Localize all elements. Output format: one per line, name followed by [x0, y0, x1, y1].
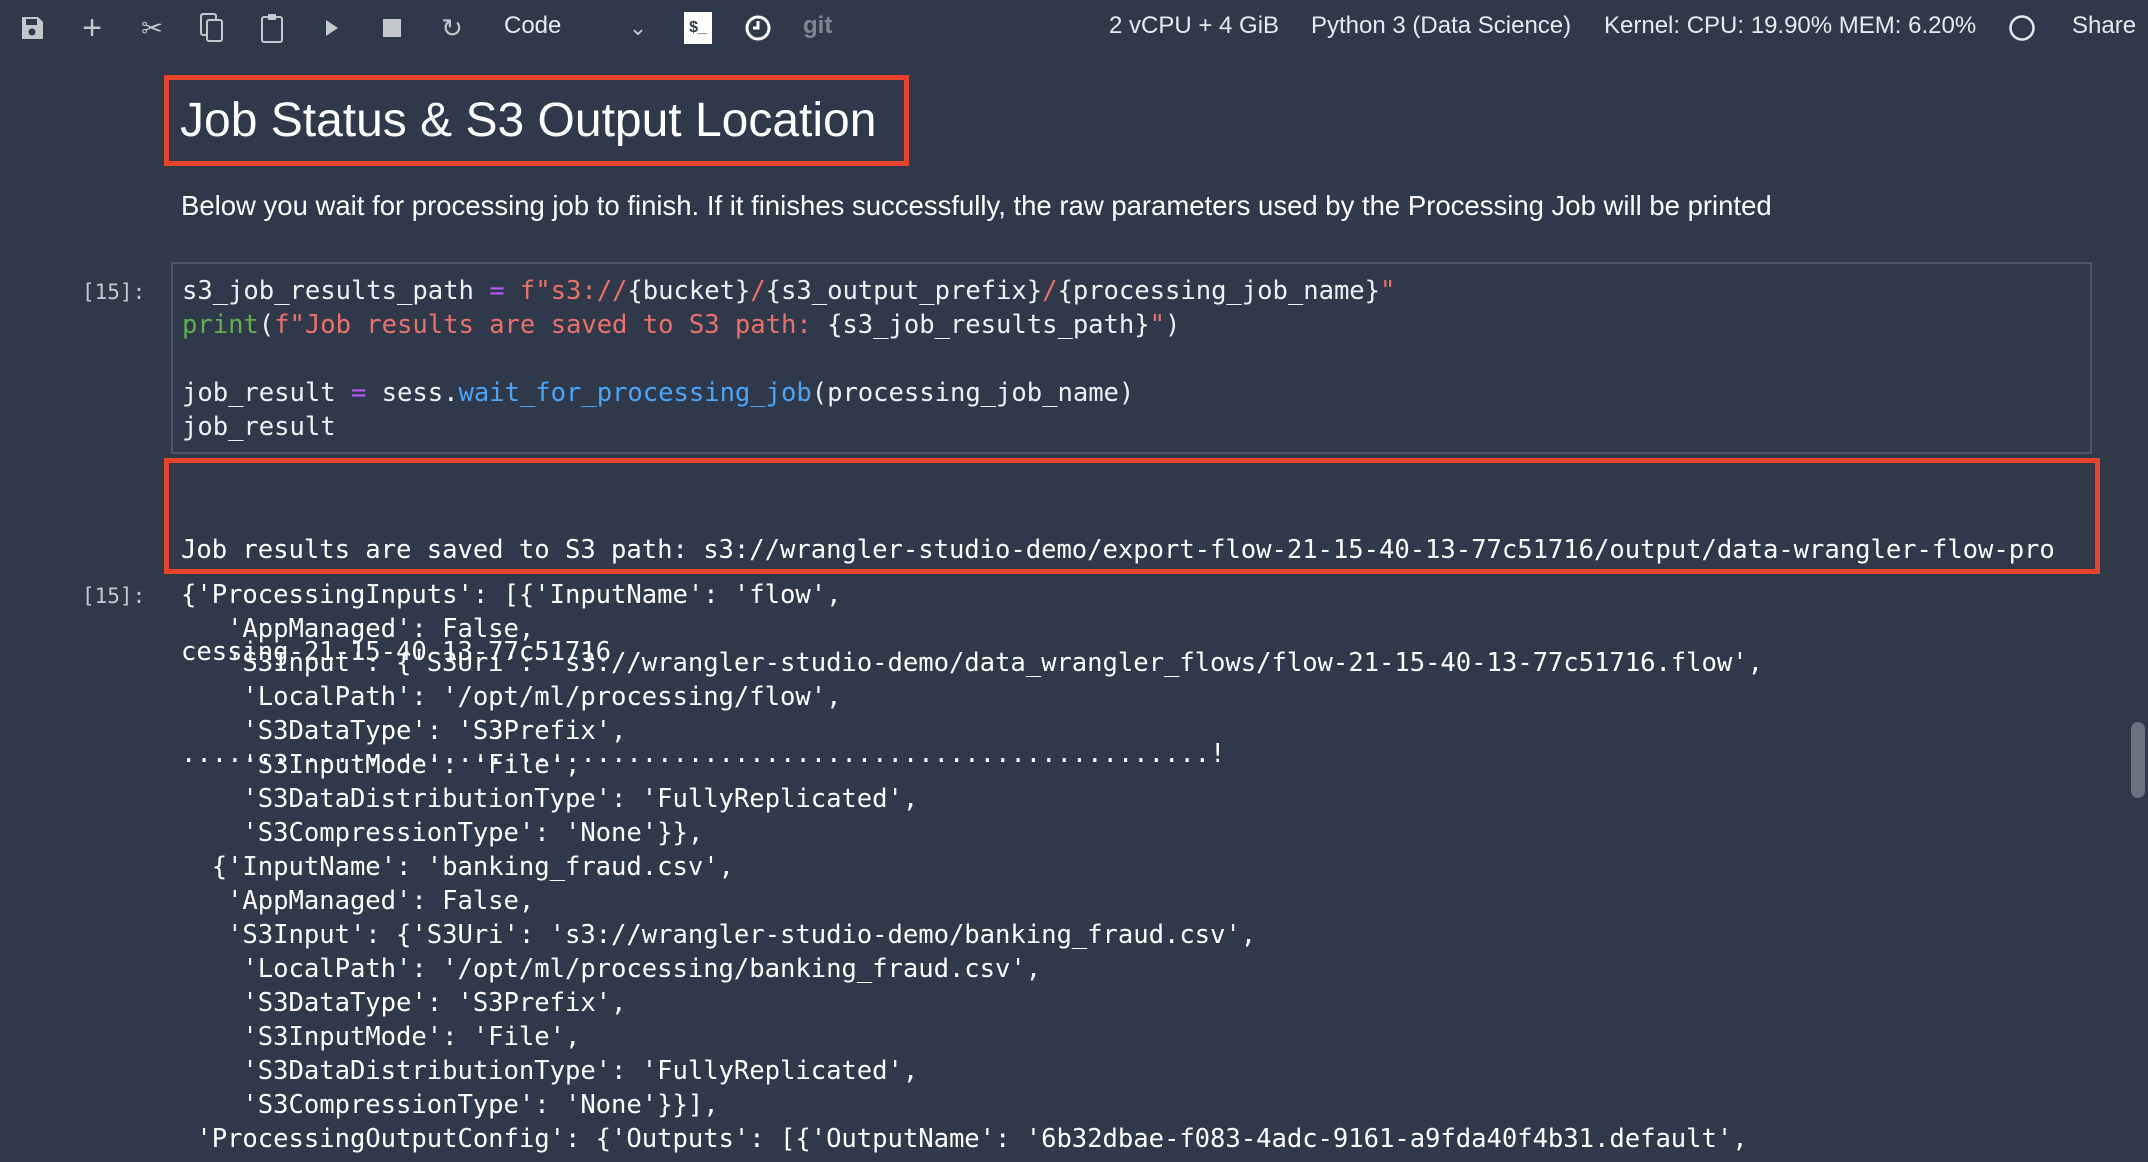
result-line: {'InputName': 'banking_fraud.csv', [181, 852, 734, 882]
result-line: 'ProcessingOutputConfig': {'Outputs': [{… [181, 1124, 1748, 1154]
code-token: {s3_output_prefix} [765, 276, 1043, 306]
result-line: 'LocalPath': '/opt/ml/processing/flow', [181, 682, 842, 712]
result-line: 'S3InputMode': 'File', [181, 1022, 581, 1052]
scrollbar[interactable] [2131, 722, 2145, 798]
cut-icon[interactable]: ✂ [134, 10, 170, 46]
kernel-status-icon [2004, 10, 2040, 46]
code-token: f"s3:// [504, 276, 628, 306]
stdout-line: Job results are saved to S3 path: s3://w… [181, 535, 2055, 565]
code-token: job_result [182, 412, 336, 442]
code-token: {s3_job_results_path} [827, 310, 1150, 340]
result-line: {'ProcessingInputs': [{'InputName': 'flo… [181, 580, 842, 610]
instance-type[interactable]: 2 vCPU + 4 GiB [1109, 12, 1279, 40]
result-line: 'S3InputMode': 'File', [181, 750, 581, 780]
page-title: Job Status & S3 Output Location [180, 94, 877, 147]
chevron-down-icon[interactable]: ⌄ [620, 10, 656, 46]
kernel-usage: Kernel: CPU: 19.90% MEM: 6.20% [1604, 12, 1977, 39]
result-line: 'AppManaged': False, [181, 614, 535, 644]
terminal-icon[interactable]: $_ [684, 12, 712, 44]
code-token: / [1042, 276, 1058, 306]
code-token: {processing_job_name} [1057, 276, 1381, 306]
code-token: job_result [182, 378, 351, 408]
code-token: / [750, 276, 766, 306]
code-token: print [182, 310, 259, 340]
code-token: s3_job_results_path [182, 276, 490, 306]
add-cell-icon[interactable]: + [74, 9, 110, 47]
result-line: 'S3DataDistributionType': 'FullyReplicat… [181, 784, 919, 814]
code-line: print(f"Job results are saved to S3 path… [182, 308, 1395, 342]
code-token: " [1149, 310, 1165, 340]
code-line: s3_job_results_path = f"s3://{bucket}/{s… [182, 274, 1395, 308]
result-line: 'S3DataDistributionType': 'FullyReplicat… [181, 1056, 919, 1086]
result-output: {'ProcessingInputs': [{'InputName': 'flo… [181, 578, 1763, 1156]
kernel-name[interactable]: Python 3 (Data Science) [1311, 12, 1571, 40]
restart-icon[interactable]: ↻ [434, 10, 470, 46]
input-prompt: [15]: [82, 280, 146, 304]
code-editor[interactable]: s3_job_results_path = f"s3://{bucket}/{s… [182, 274, 1395, 444]
code-token: = [350, 378, 367, 408]
share-button[interactable]: Share [2072, 12, 2136, 40]
result-line: 'S3CompressionType': 'None'}}, [181, 818, 704, 848]
code-token: {bucket} [627, 276, 751, 306]
notebook-toolbar: + ✂ ↻ Code ⌄ $_ git 2 vCPU + 4 GiB Pytho… [0, 0, 2148, 56]
output-prompt: [15]: [82, 584, 146, 608]
code-token: ) [1164, 310, 1181, 340]
paste-icon[interactable] [254, 10, 290, 46]
clock-icon[interactable] [740, 10, 776, 46]
stop-icon[interactable] [374, 10, 410, 46]
code-token: " [1380, 276, 1396, 306]
result-line: 'S3Input': {'S3Uri': 's3://wrangler-stud… [181, 920, 1257, 950]
result-line: 'AppManaged': False, [181, 886, 535, 916]
code-line: job_result [182, 410, 1395, 444]
code-token: (processing_job_name) [811, 378, 1135, 408]
cell-type-select[interactable]: Code [504, 12, 561, 40]
code-token: wait_for_processing_job [458, 378, 812, 408]
code-line: job_result = sess.wait_for_processing_jo… [182, 376, 1395, 410]
result-line: 'S3CompressionType': 'None'}}], [181, 1090, 719, 1120]
save-icon[interactable] [14, 10, 50, 46]
run-icon[interactable] [314, 10, 350, 46]
git-icon[interactable]: git [803, 12, 832, 40]
description: Below you wait for processing job to fin… [181, 190, 1772, 221]
code-token: f"Job results are saved to S3 path: [274, 310, 828, 340]
result-line: 'LocalPath': '/opt/ml/processing/banking… [181, 954, 1042, 984]
result-line: 'S3Input': {'S3Uri': 's3://wrangler-stud… [181, 648, 1763, 678]
code-token: sess. [366, 378, 459, 408]
code-token: = [489, 276, 505, 306]
copy-icon[interactable] [194, 10, 230, 46]
code-token: ( [258, 310, 275, 340]
result-line: 'S3DataType': 'S3Prefix', [181, 988, 627, 1018]
result-line: 'S3DataType': 'S3Prefix', [181, 716, 627, 746]
